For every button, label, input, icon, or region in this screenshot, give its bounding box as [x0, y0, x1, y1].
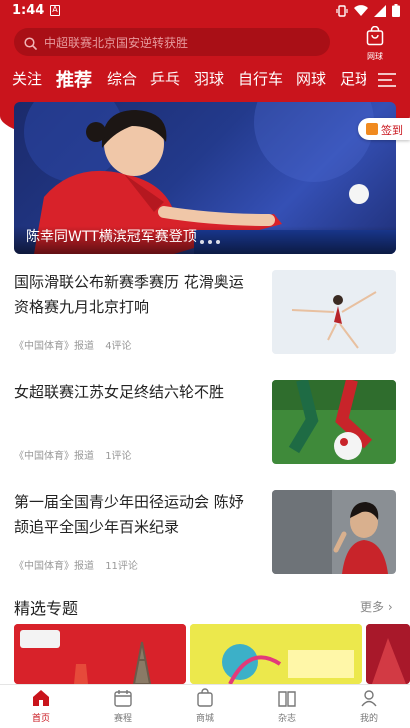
search-bar[interactable]: 中超联赛北京国安逆转获胜	[14, 28, 330, 56]
chevron-right-icon: ›	[387, 600, 393, 614]
nav-label: 赛程	[113, 714, 132, 724]
section-title: 精选专题	[14, 599, 79, 618]
banner-caption: 陈幸同WTT横滨冠军赛登顶	[26, 229, 197, 245]
home-icon	[31, 688, 51, 711]
status-bar: 1:44 A	[0, 0, 410, 22]
news-title: 第一届全国青少年田径运动会 陈妤颉追平全国少年百米纪录	[14, 493, 244, 536]
bottom-nav: 首页 赛程 商城 杂志 我的	[0, 684, 410, 728]
search-icon	[24, 35, 37, 54]
tab-badminton[interactable]: 羽球	[194, 68, 224, 89]
nav-profile[interactable]: 我的	[344, 689, 394, 724]
book-icon	[277, 688, 297, 711]
status-time: 1:44	[12, 3, 45, 18]
vibrate-icon	[336, 4, 348, 21]
user-icon	[359, 688, 379, 711]
news-source: 《中国体育》报道	[14, 451, 94, 462]
tab-tennis[interactable]: 网球	[296, 68, 326, 89]
topic-card[interactable]	[366, 624, 410, 684]
nav-label: 首页	[31, 714, 50, 724]
banner-pagination	[200, 240, 220, 244]
news-thumbnail	[272, 270, 396, 354]
checkin-label: 签到	[381, 124, 403, 137]
tab-recommend[interactable]: 推荐	[56, 66, 92, 92]
category-tabs: 关注 推荐 综合 乒乓 羽球 自行车 网球 足球	[0, 66, 410, 92]
tab-cycling[interactable]: 自行车	[238, 68, 283, 89]
tab-general[interactable]: 综合	[107, 68, 137, 89]
topic-card[interactable]	[14, 624, 186, 684]
nav-label: 我的	[359, 714, 378, 724]
menu-icon[interactable]	[378, 72, 396, 91]
signal-icon	[374, 4, 386, 21]
news-source: 《中国体育》报道	[14, 561, 94, 572]
shop-button[interactable]: 网球	[362, 25, 388, 61]
wifi-icon	[354, 4, 368, 21]
calendar-icon	[113, 688, 133, 711]
status-icons	[336, 4, 400, 21]
battery-icon	[392, 4, 400, 21]
nav-mall[interactable]: 商城	[180, 687, 230, 724]
topic-carousel	[14, 624, 410, 684]
news-comments: 11评论	[105, 561, 138, 572]
news-title: 国际滑联公布新赛季赛历 花滑奥运资格赛九月北京打响	[14, 273, 244, 316]
search-placeholder: 中超联赛北京国安逆转获胜	[44, 36, 189, 50]
nav-label: 商城	[195, 714, 214, 724]
tab-follow[interactable]: 关注	[12, 68, 42, 89]
app-header: 中超联赛北京国安逆转获胜 网球 关注 推荐 综合 乒乓 羽球 自行车 网球 足球	[0, 22, 410, 92]
more-label: 更多	[360, 600, 385, 614]
nav-schedule[interactable]: 赛程	[98, 689, 148, 724]
nav-label: 杂志	[277, 714, 296, 724]
news-meta: 《中国体育》报道 1评论	[14, 447, 140, 462]
news-thumbnail	[272, 490, 396, 574]
checkin-button[interactable]: 签到	[358, 118, 410, 140]
news-meta: 《中国体育》报道 4评论	[14, 337, 140, 352]
topic-card[interactable]	[190, 624, 362, 684]
nav-magazine[interactable]: 杂志	[262, 689, 312, 724]
shop-label: 网球	[367, 52, 383, 61]
nav-home[interactable]: 首页	[16, 689, 66, 724]
hero-banner[interactable]: 陈幸同WTT横滨冠军赛登顶	[14, 102, 396, 254]
tab-football[interactable]: 足球	[340, 68, 366, 89]
news-comments: 4评论	[105, 341, 132, 352]
more-link[interactable]: 更多 ›	[360, 598, 393, 615]
news-comments: 1评论	[105, 451, 132, 462]
news-source: 《中国体育》报道	[14, 341, 94, 352]
news-title: 女超联赛江苏女足终结六轮不胜	[14, 383, 225, 401]
gift-icon	[366, 123, 378, 135]
notification-icon: A	[50, 5, 60, 16]
shopping-bag-icon	[195, 687, 215, 711]
news-item[interactable]: 女超联赛江苏女足终结六轮不胜 《中国体育》报道 1评论	[14, 380, 396, 472]
news-thumbnail	[272, 380, 396, 464]
news-meta: 《中国体育》报道 11评论	[14, 557, 146, 572]
news-item[interactable]: 国际滑联公布新赛季赛历 花滑奥运资格赛九月北京打响 《中国体育》报道 4评论	[14, 270, 396, 362]
shopping-bag-icon	[366, 25, 384, 50]
tab-table-tennis[interactable]: 乒乓	[150, 68, 180, 89]
news-item[interactable]: 第一届全国青少年田径运动会 陈妤颉追平全国少年百米纪录 《中国体育》报道 11评…	[14, 490, 396, 582]
